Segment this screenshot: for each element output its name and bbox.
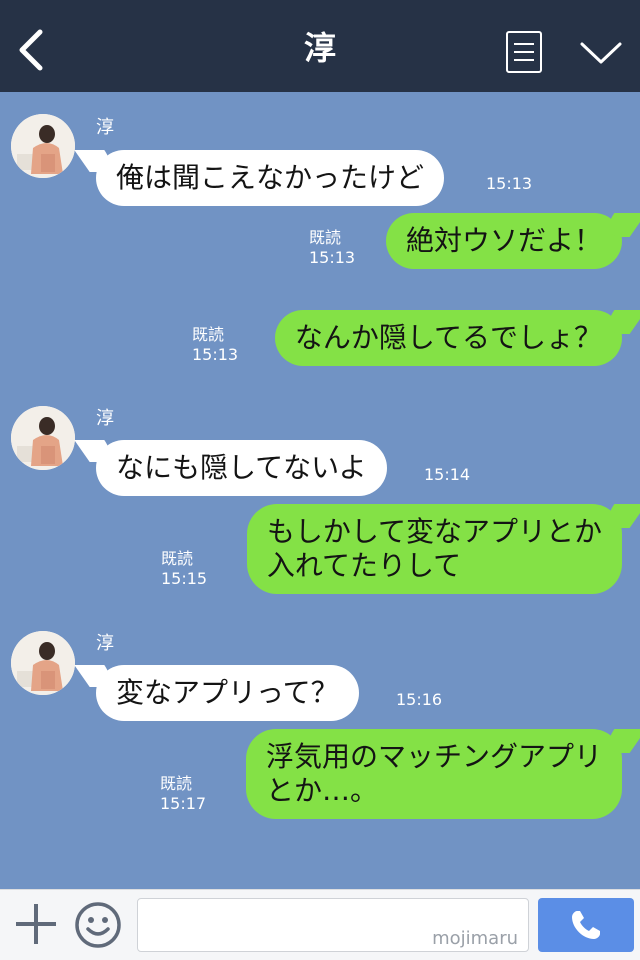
avatar[interactable] — [11, 631, 75, 695]
message-text-line: もしかして変なアプリとか — [266, 515, 602, 548]
plus-icon[interactable] — [16, 904, 56, 944]
sender-name: 淳 — [96, 408, 114, 429]
message-time: 15:13 — [309, 248, 356, 267]
sender-name: 淳 — [96, 633, 114, 654]
message-text: 絶対ウソだよ！ — [405, 224, 602, 257]
smiley-icon[interactable] — [74, 901, 122, 949]
call-button[interactable] — [538, 898, 634, 952]
read-receipt: 既読 15:15 — [161, 549, 207, 589]
message-text: なんか隠してるでしょ？ — [294, 321, 602, 354]
message-time: 15:14 — [424, 465, 471, 484]
message-time: 15:13 — [192, 345, 239, 364]
message-time: 15:17 — [160, 794, 207, 813]
avatar[interactable] — [11, 114, 75, 178]
outgoing-message[interactable]: もしかして変なアプリとか 入れてたりして — [246, 504, 622, 594]
watermark-text: mojimaru — [432, 928, 518, 949]
message-input[interactable]: mojimaru — [137, 898, 529, 952]
message-text-line: 浮気用のマッチングアプリ — [265, 740, 602, 773]
read-receipt: 既読 15:17 — [160, 774, 206, 814]
message-time: 15:13 — [486, 174, 533, 193]
message-time: 15:16 — [396, 690, 443, 709]
outgoing-message[interactable]: なんか隠してるでしょ？ — [274, 310, 622, 366]
read-label: 既読 — [192, 325, 225, 344]
message-text: なにも隠してないよ — [116, 451, 367, 484]
incoming-message[interactable]: 変なアプリって？ — [96, 665, 359, 721]
read-label: 既読 — [161, 549, 194, 568]
phone-icon — [572, 911, 600, 939]
chat-title: 淳 — [303, 29, 336, 67]
message-text-line: とか…。 — [265, 774, 378, 807]
message-text: 俺は聞こえなかったけど — [116, 161, 425, 194]
message-time: 15:15 — [161, 569, 208, 588]
back-chevron-icon[interactable] — [14, 28, 50, 72]
message-list[interactable]: 淳 俺は聞こえなかったけど 15:13 既読 15:13 絶対ウソだよ！ 既読 … — [0, 92, 640, 889]
message-composer: mojimaru — [0, 889, 640, 960]
read-label: 既読 — [309, 228, 342, 247]
list-menu-icon[interactable] — [506, 31, 542, 73]
message-text-line: 入れてたりして — [266, 549, 462, 582]
read-receipt: 既読 15:13 — [192, 325, 238, 365]
avatar[interactable] — [11, 406, 75, 470]
chevron-down-icon[interactable] — [578, 40, 624, 68]
incoming-message[interactable]: なにも隠してないよ — [96, 440, 387, 496]
chat-header: 淳 — [0, 0, 640, 92]
outgoing-message[interactable]: 絶対ウソだよ！ — [385, 213, 622, 269]
outgoing-message[interactable]: 浮気用のマッチングアプリ とか…。 — [245, 729, 622, 819]
incoming-message[interactable]: 俺は聞こえなかったけど — [96, 150, 445, 206]
sender-name: 淳 — [96, 117, 114, 138]
message-text: 変なアプリって？ — [116, 676, 339, 709]
read-receipt: 既読 15:13 — [309, 228, 355, 268]
read-label: 既読 — [160, 774, 193, 793]
